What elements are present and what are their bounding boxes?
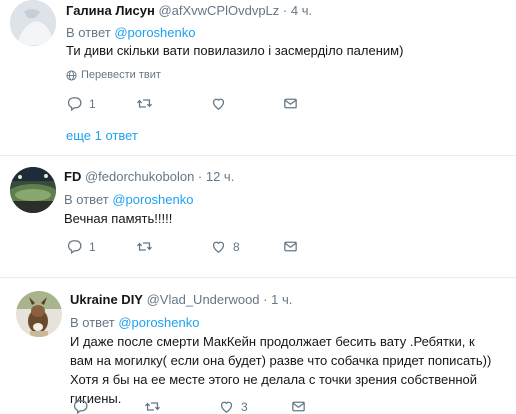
direct-message-icon [284, 98, 297, 109]
like-icon [220, 401, 233, 413]
reply-count: 1 [89, 96, 96, 111]
retweet-button[interactable] [136, 238, 159, 255]
translate-label: Перевести твит [81, 69, 161, 81]
reply-mention-link[interactable]: @poroshenko [114, 25, 195, 40]
reply-prefix: В ответ [66, 25, 111, 40]
reply-button[interactable]: 1 [66, 238, 96, 255]
like-icon [212, 241, 225, 253]
display-name[interactable]: Ukraine DIY [70, 292, 143, 307]
tweet-text: Вечная память!!!!! [64, 211, 173, 226]
reply-count: 1 [89, 239, 96, 254]
avatar[interactable] [10, 0, 56, 46]
tweet-header: Ukraine DIY @Vlad_Underwood · 1 ч. [70, 292, 292, 307]
translate-link[interactable]: Перевести твит [66, 69, 161, 81]
display-name[interactable]: Галина Лисун [66, 3, 155, 18]
retweet-button[interactable] [144, 398, 167, 414]
direct-message-icon [292, 401, 305, 412]
direct-message-button[interactable] [282, 238, 299, 255]
direct-message-button[interactable] [290, 398, 307, 414]
reply-prefix: В ответ [70, 315, 115, 330]
timestamp[interactable]: · 12 ч. [198, 169, 234, 184]
direct-message-icon [284, 241, 297, 252]
divider [0, 277, 516, 278]
divider [0, 155, 516, 156]
reply-context: В ответ @poroshenko [64, 192, 193, 207]
reply-mention-link[interactable]: @poroshenko [118, 315, 199, 330]
tweet-text: И даже после смерти МакКейн продолжает б… [70, 334, 492, 406]
avatar-image [16, 291, 62, 337]
reply-icon [67, 240, 82, 255]
reply-context: В ответ @poroshenko [70, 315, 199, 330]
tweet-1[interactable]: Галина Лисун @afXvwCPlOvdvpLz · 4 ч. В о… [0, 0, 516, 150]
user-handle[interactable]: @afXvwCPlOvdvpLz [158, 3, 279, 18]
reply-button[interactable]: 1 [66, 95, 96, 112]
retweet-icon [136, 99, 153, 108]
like-icon [212, 98, 225, 110]
avatar[interactable] [16, 291, 62, 337]
like-count: 3 [241, 399, 248, 414]
tweet-text: Ти диви скільки вати повилазило і засмер… [66, 43, 404, 58]
like-button[interactable] [210, 95, 233, 112]
tweet-actions: 1 8 [66, 238, 506, 258]
retweet-icon [144, 402, 161, 411]
reply-button[interactable] [72, 398, 95, 414]
tweet-actions: 3 [72, 398, 512, 414]
like-count: 8 [233, 239, 240, 254]
reply-icon [73, 400, 88, 414]
show-more-replies-link[interactable]: еще 1 ответ [66, 128, 138, 143]
reply-icon [67, 97, 82, 112]
avatar[interactable] [10, 167, 56, 213]
globe-icon [66, 69, 77, 81]
retweet-button[interactable] [136, 95, 159, 112]
reply-mention-link[interactable]: @poroshenko [112, 192, 193, 207]
user-handle[interactable]: @Vlad_Underwood [147, 292, 260, 307]
tweet-header: FD @fedorchukobolon · 12 ч. [64, 169, 234, 184]
reply-prefix: В ответ [64, 192, 109, 207]
avatar-image [10, 167, 56, 213]
display-name[interactable]: FD [64, 169, 81, 184]
timestamp[interactable]: · 4 ч. [283, 3, 312, 18]
like-button[interactable]: 3 [218, 398, 248, 414]
direct-message-button[interactable] [282, 95, 299, 112]
tweet-3[interactable]: Ukraine DIY @Vlad_Underwood · 1 ч. В отв… [0, 283, 516, 414]
tweet-actions: 1 [66, 95, 506, 115]
like-button[interactable]: 8 [210, 238, 240, 255]
timestamp[interactable]: · 1 ч. [263, 292, 292, 307]
user-handle[interactable]: @fedorchukobolon [85, 169, 194, 184]
avatar-image [10, 0, 56, 46]
retweet-icon [136, 242, 153, 251]
reply-context: В ответ @poroshenko [66, 25, 195, 40]
tweet-2[interactable]: FD @fedorchukobolon · 12 ч. В ответ @por… [0, 160, 516, 260]
tweet-header: Галина Лисун @afXvwCPlOvdvpLz · 4 ч. [66, 3, 312, 18]
